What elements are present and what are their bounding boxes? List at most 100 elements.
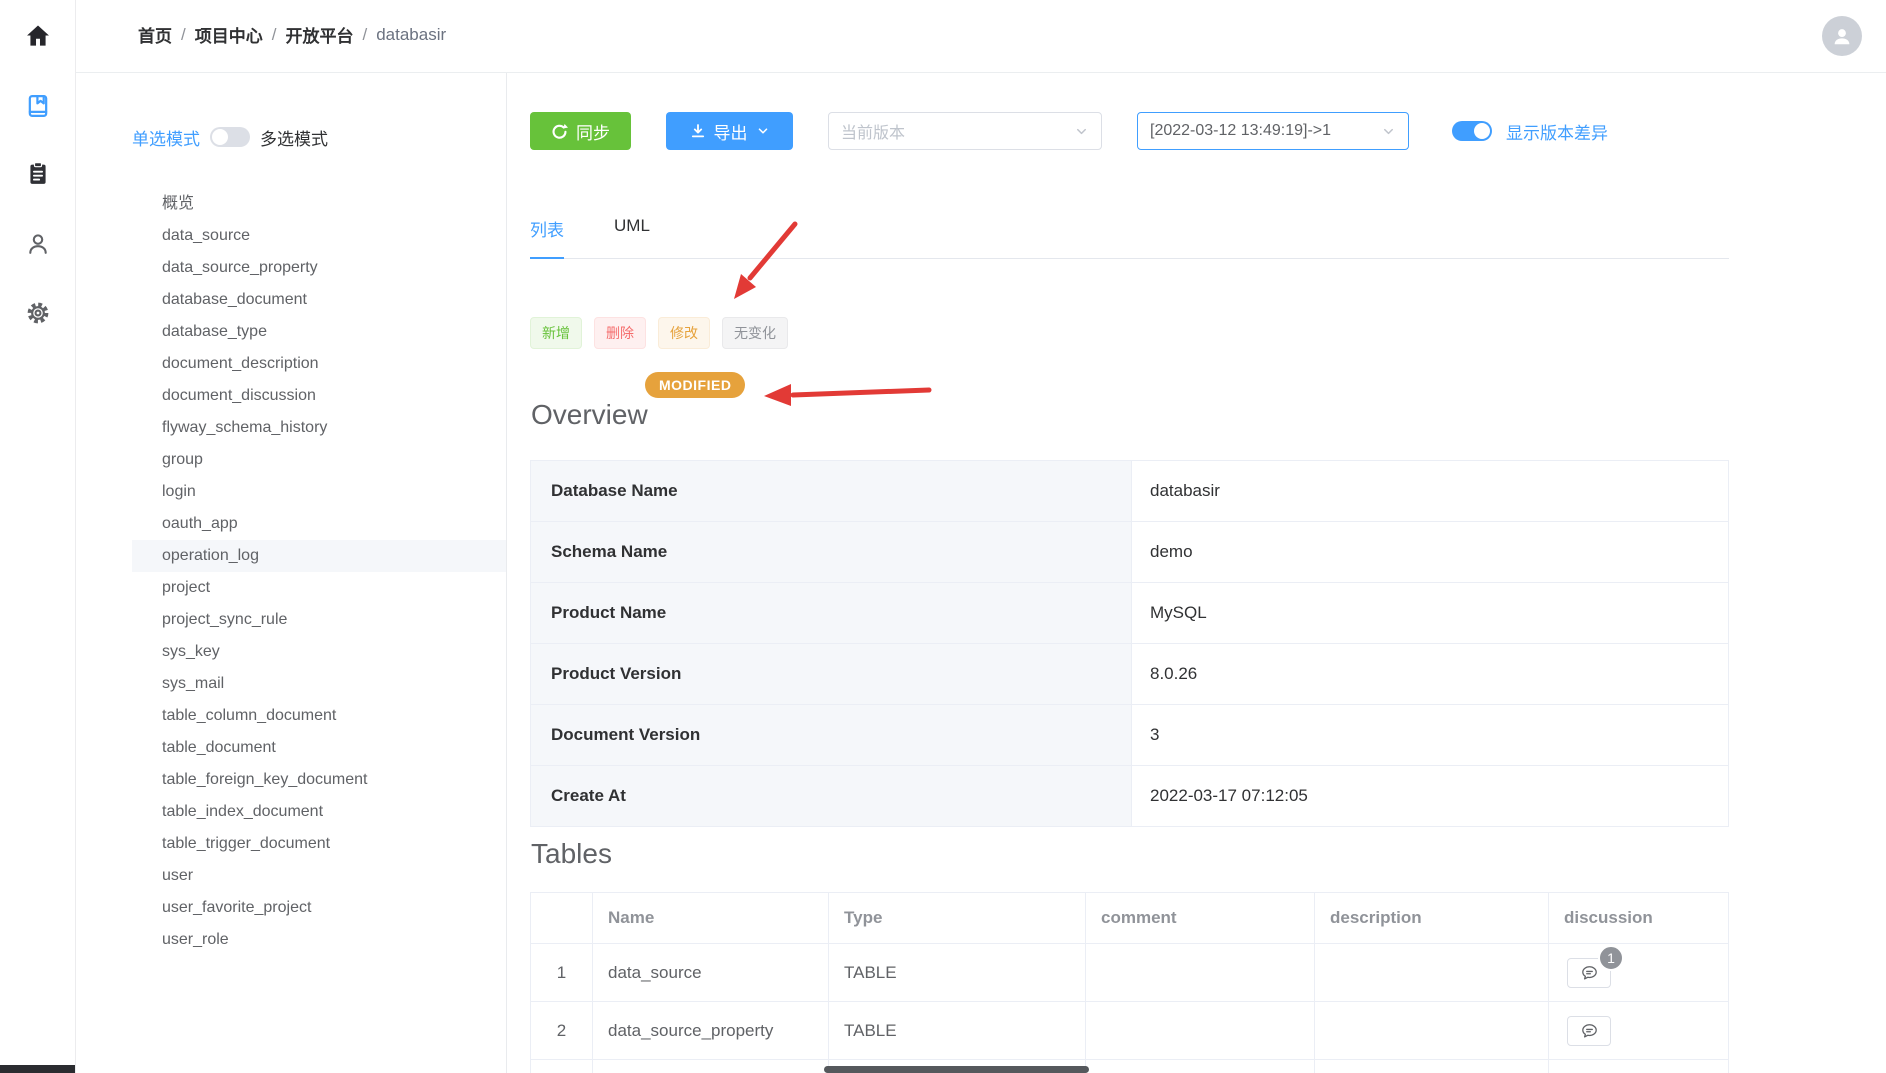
sidebar-item-user_role[interactable]: user_role <box>132 924 506 956</box>
table-cell: data_source_property <box>593 1002 829 1059</box>
sidebar-item-project[interactable]: project <box>132 572 506 604</box>
breadcrumb-item-group[interactable]: 开放平台 <box>285 22 353 47</box>
sidebar-item-sys_key[interactable]: sys_key <box>132 636 506 668</box>
diff-version-select[interactable]: [2022-03-12 13:49:19]->1 <box>1137 112 1409 150</box>
sidebar-item-data_source_property[interactable]: data_source_property <box>132 252 506 284</box>
breadcrumb-item-home[interactable]: 首页 <box>138 22 172 47</box>
horizontal-scrollbar-thumb[interactable] <box>824 1066 1089 1073</box>
table-cell: 1 <box>531 944 593 1001</box>
sidebar-item-flyway_schema_history[interactable]: flyway_schema_history <box>132 412 506 444</box>
sidebar-divider <box>506 73 507 1073</box>
table-cell: TABLE <box>829 944 1086 1001</box>
annotation-arrow-shaft <box>793 390 929 395</box>
table-cell: 1 <box>1549 944 1728 1001</box>
discussion-count-badge: 1 <box>1598 945 1624 971</box>
table-cell <box>1086 1002 1315 1059</box>
tables-table-body: 1data_sourceTABLE 12data_source_property… <box>531 944 1728 1073</box>
sidebar-item-operation_log[interactable]: operation_log <box>132 540 506 572</box>
refresh-icon <box>551 123 568 140</box>
sidebar-item-project_sync_rule[interactable]: project_sync_rule <box>132 604 506 636</box>
app-root: 首页 / 项目中心 / 开放平台 / databasir 单选模式 多选模式 概… <box>0 0 1886 1073</box>
chevron-down-icon <box>756 124 770 138</box>
table-row: 1data_sourceTABLE 1 <box>531 944 1728 1002</box>
icon-rail <box>0 0 76 1073</box>
book-icon[interactable] <box>23 91 53 121</box>
annotation-arrow-head <box>764 384 791 406</box>
breadcrumb-item-projects[interactable]: 项目中心 <box>195 22 263 47</box>
overview-row: Database Namedatabasir <box>531 461 1728 522</box>
download-icon <box>690 123 706 139</box>
table-cell: 2 <box>531 1002 593 1059</box>
sync-button[interactable]: 同步 <box>530 112 631 150</box>
breadcrumb-separator: / <box>272 25 277 45</box>
tab-uml[interactable]: UML <box>614 216 650 258</box>
legend-added-chip: 新增 <box>530 317 582 349</box>
sidebar-item-table_trigger_document[interactable]: table_trigger_document <box>132 828 506 860</box>
sidebar-item-document_description[interactable]: document_description <box>132 348 506 380</box>
overview-table: Database NamedatabasirSchema NamedemoPro… <box>530 460 1729 827</box>
sidebar-item-group[interactable]: group <box>132 444 506 476</box>
sidebar-item-table_column_document[interactable]: table_column_document <box>132 700 506 732</box>
overview-row-value: demo <box>1132 522 1728 582</box>
single-select-mode-label: 单选模式 <box>132 125 200 150</box>
tables-table: Name Type comment description discussion… <box>530 892 1729 1073</box>
multi-select-mode-label: 多选模式 <box>260 125 328 150</box>
column-header-description: description <box>1315 893 1549 943</box>
overview-row: Document Version3 <box>531 705 1728 766</box>
overview-row: Schema Namedemo <box>531 522 1728 583</box>
sidebar-item-table_document[interactable]: table_document <box>132 732 506 764</box>
sidebar-item-sys_mail[interactable]: sys_mail <box>132 668 506 700</box>
table-cell: TABLE <box>829 1002 1086 1059</box>
breadcrumb: 首页 / 项目中心 / 开放平台 / databasir <box>138 22 446 47</box>
toggle-knob <box>212 129 228 145</box>
annotation-arrow-head <box>734 274 756 299</box>
table-cell <box>1086 1060 1315 1073</box>
overview-row-label: Product Name <box>531 583 1132 643</box>
sidebar-item-data_source[interactable]: data_source <box>132 220 506 252</box>
overview-row-label: Create At <box>531 766 1132 826</box>
diff-version-value: [2022-03-12 13:49:19]->1 <box>1150 122 1331 140</box>
selection-mode-toggle[interactable] <box>210 127 250 147</box>
show-diff-toggle[interactable] <box>1452 121 1492 141</box>
discussion-button[interactable] <box>1567 1016 1611 1046</box>
column-header-name: Name <box>593 893 829 943</box>
discussion-button[interactable]: 1 <box>1567 958 1611 988</box>
overview-row-label: Database Name <box>531 461 1132 521</box>
sidebar-item-概览[interactable]: 概览 <box>132 188 506 220</box>
table-cell <box>593 1060 829 1073</box>
overview-row-value: 2022-03-17 07:12:05 <box>1132 766 1728 826</box>
selection-mode-row: 单选模式 多选模式 <box>132 124 328 150</box>
tables-title: Tables <box>531 838 612 870</box>
sidebar-item-user_favorite_project[interactable]: user_favorite_project <box>132 892 506 924</box>
table-cell <box>1549 1060 1728 1073</box>
avatar[interactable] <box>1822 16 1862 56</box>
clipboard-icon[interactable] <box>23 159 53 189</box>
tab-list[interactable]: 列表 <box>530 216 564 258</box>
rail-footer-bar <box>0 1065 75 1073</box>
sidebar-item-database_type[interactable]: database_type <box>132 316 506 348</box>
sidebar-item-database_document[interactable]: database_document <box>132 284 506 316</box>
column-header-discussion: discussion <box>1549 893 1728 943</box>
sidebar-item-user[interactable]: user <box>132 860 506 892</box>
overview-row: Create At2022-03-17 07:12:05 <box>531 766 1728 827</box>
sidebar-item-table_index_document[interactable]: table_index_document <box>132 796 506 828</box>
overview-row: Product NameMySQL <box>531 583 1728 644</box>
overview-row-label: Document Version <box>531 705 1132 765</box>
gear-icon[interactable] <box>23 298 53 328</box>
home-icon[interactable] <box>23 21 53 51</box>
table-cell <box>531 1060 593 1073</box>
sidebar-item-document_discussion[interactable]: document_discussion <box>132 380 506 412</box>
comment-bubble-icon <box>1581 964 1598 981</box>
current-version-select[interactable]: 当前版本 <box>828 112 1102 150</box>
sidebar-item-login[interactable]: login <box>132 476 506 508</box>
user-icon[interactable] <box>23 229 53 259</box>
column-header-index <box>531 893 593 943</box>
table-cell: data_source <box>593 944 829 1001</box>
sidebar-item-table_foreign_key_document[interactable]: table_foreign_key_document <box>132 764 506 796</box>
export-button[interactable]: 导出 <box>666 112 793 150</box>
sidebar-item-oauth_app[interactable]: oauth_app <box>132 508 506 540</box>
overview-row-value: 8.0.26 <box>1132 644 1728 704</box>
diff-legend: 新增 删除 修改 无变化 <box>530 317 788 349</box>
tables-header-row: Name Type comment description discussion <box>531 893 1728 944</box>
show-diff-label: 显示版本差异 <box>1506 112 1608 150</box>
